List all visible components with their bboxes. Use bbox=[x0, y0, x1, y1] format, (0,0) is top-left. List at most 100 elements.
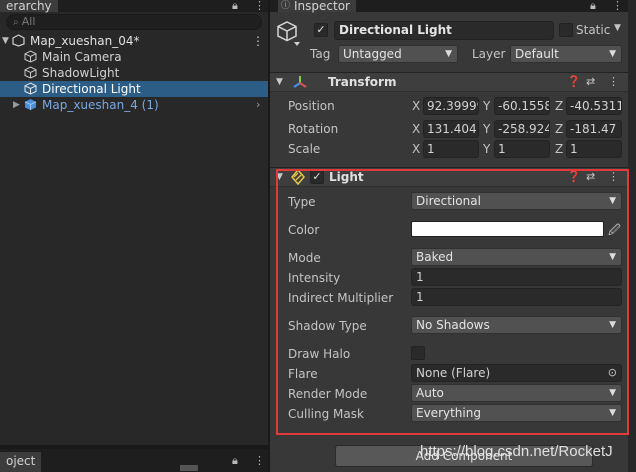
hierarchy-item-label: Main Camera bbox=[42, 50, 122, 64]
help-icon[interactable]: ❓ bbox=[567, 170, 581, 183]
culling-mask-label: Culling Mask bbox=[288, 407, 364, 421]
position-y-field[interactable]: -60.1558 bbox=[494, 97, 550, 115]
light-title: Light bbox=[329, 170, 364, 184]
position-z-field[interactable]: -40.5311 bbox=[566, 97, 622, 115]
axis-z-label: Z bbox=[555, 142, 564, 156]
dropdown-arrow-icon: ▼ bbox=[609, 320, 616, 330]
eyedropper-icon[interactable]: 🖉︎ bbox=[608, 221, 621, 242]
tag-dropdown[interactable]: Untagged ▼ bbox=[338, 45, 458, 63]
shadow-type-dropdown[interactable]: No Shadows ▼ bbox=[411, 316, 622, 334]
hierarchy-tabbar: erarchy 🔒︎ ⋮ bbox=[0, 0, 268, 12]
help-icon[interactable]: ❓ bbox=[567, 75, 581, 88]
component-menu-icon[interactable]: ⋮ bbox=[608, 75, 619, 88]
dropdown-arrow-icon: ▼ bbox=[609, 388, 616, 398]
axis-x-label: X bbox=[412, 99, 421, 113]
tab-inspector-label: Inspector bbox=[294, 0, 350, 13]
transform-title: Transform bbox=[328, 75, 397, 89]
tag-label: Tag bbox=[310, 47, 331, 61]
scale-z-field[interactable]: 1 bbox=[566, 140, 622, 158]
static-label: Static bbox=[576, 23, 611, 37]
slider-handle[interactable] bbox=[180, 465, 198, 471]
presets-icon[interactable]: ⇄ bbox=[586, 170, 595, 183]
hierarchy-item-shadowlight[interactable]: ShadowLight bbox=[0, 65, 268, 81]
scene-row[interactable]: ▼ Map_xueshan_04* ⋮ bbox=[0, 33, 268, 49]
scale-y-field[interactable]: 1 bbox=[494, 140, 550, 158]
panel-menu-icon[interactable]: ⋮ bbox=[612, 0, 623, 12]
axis-x-label: X bbox=[412, 142, 421, 156]
lock-icon[interactable]: 🔒︎ bbox=[232, 455, 238, 467]
expand-arrow-icon[interactable]: ▼ bbox=[2, 33, 9, 49]
layer-dropdown[interactable]: Default ▼ bbox=[510, 45, 622, 63]
render-mode-value: Auto bbox=[416, 386, 444, 400]
layer-label: Layer bbox=[472, 47, 506, 61]
lock-icon[interactable]: 🔒︎ bbox=[590, 0, 596, 12]
hierarchy-item-directional-light[interactable]: Directional Light bbox=[0, 81, 268, 97]
culling-mask-dropdown[interactable]: Everything ▼ bbox=[411, 404, 622, 422]
info-icon: ⓘ bbox=[281, 1, 291, 11]
hierarchy-item-map-xueshan-4[interactable]: ▶ Map_xueshan_4 (1) › bbox=[0, 97, 268, 113]
gameobject-icon bbox=[24, 49, 37, 65]
search-placeholder: All bbox=[21, 15, 36, 28]
scale-label: Scale bbox=[288, 142, 321, 156]
foldout-arrow-icon[interactable]: ▼ bbox=[276, 172, 283, 182]
rotation-y-field[interactable]: -258.924 bbox=[494, 120, 550, 138]
indirect-multiplier-field[interactable]: 1 bbox=[411, 288, 622, 306]
foldout-arrow-icon[interactable]: ▼ bbox=[276, 77, 283, 87]
gameobject-icon bbox=[24, 81, 37, 97]
object-picker-icon[interactable]: ⊙ bbox=[608, 365, 617, 381]
dropdown-arrow-icon: ▼ bbox=[609, 252, 616, 262]
lock-icon[interactable]: 🔒︎ bbox=[232, 0, 238, 12]
rotation-x-field[interactable]: 131.404 bbox=[423, 120, 479, 138]
type-label: Type bbox=[288, 195, 316, 209]
intensity-field[interactable]: 1 bbox=[411, 268, 622, 286]
component-menu-icon[interactable]: ⋮ bbox=[608, 170, 619, 183]
tab-hierarchy[interactable]: erarchy bbox=[0, 0, 58, 12]
chevron-right-icon[interactable]: › bbox=[256, 97, 260, 113]
unity-scene-icon bbox=[12, 33, 25, 49]
gameobject-large-icon[interactable] bbox=[276, 20, 302, 51]
rotation-z-field[interactable]: -181.47 bbox=[566, 120, 622, 138]
type-dropdown[interactable]: Directional ▼ bbox=[411, 192, 622, 210]
intensity-label: Intensity bbox=[288, 271, 341, 285]
panel-menu-icon[interactable]: ⋮ bbox=[254, 0, 265, 12]
render-mode-dropdown[interactable]: Auto ▼ bbox=[411, 384, 622, 402]
tag-value: Untagged bbox=[343, 47, 402, 61]
scene-name: Map_xueshan_04* bbox=[30, 34, 140, 48]
draw-halo-checkbox[interactable] bbox=[411, 346, 425, 360]
draw-halo-label: Draw Halo bbox=[288, 347, 351, 361]
static-dropdown-arrow-icon[interactable]: ▼ bbox=[614, 23, 621, 33]
object-name-input[interactable]: Directional Light bbox=[334, 21, 554, 40]
position-x-field[interactable]: 92.39999 bbox=[423, 97, 479, 115]
light-header[interactable]: ▼ ✓ Light ❓ ⇄ ⋮ bbox=[270, 167, 628, 187]
hierarchy-panel: erarchy 🔒︎ ⋮ ⌕ All ▼ Map_xueshan_04* ⋮ M… bbox=[0, 0, 268, 445]
scale-x-field[interactable]: 1 bbox=[423, 140, 479, 158]
scene-menu-icon[interactable]: ⋮ bbox=[252, 33, 264, 49]
rotation-label: Rotation bbox=[288, 122, 339, 136]
tab-inspector[interactable]: ⓘ Inspector bbox=[278, 0, 356, 12]
dropdown-arrow-icon: ▼ bbox=[445, 49, 452, 59]
hierarchy-search-input[interactable]: ⌕ All bbox=[6, 14, 262, 30]
expand-arrow-icon[interactable]: ▶ bbox=[13, 97, 20, 113]
watermark-text: https://blog.csdn.net/RocketJ bbox=[420, 443, 613, 460]
tab-project[interactable]: oject bbox=[0, 452, 42, 472]
mode-dropdown[interactable]: Baked ▼ bbox=[411, 248, 622, 266]
flare-object-field[interactable]: None (Flare) ⊙ bbox=[411, 364, 622, 382]
axis-x-label: X bbox=[412, 122, 421, 136]
presets-icon[interactable]: ⇄ bbox=[586, 75, 595, 88]
color-label: Color bbox=[288, 223, 320, 237]
search-icon: ⌕ bbox=[13, 17, 22, 28]
inspector-panel: ⓘ Inspector 🔒︎ ⋮ ✓ Directional Light Sta… bbox=[270, 0, 628, 472]
color-swatch[interactable] bbox=[411, 221, 604, 237]
panel-menu-icon[interactable]: ⋮ bbox=[254, 455, 265, 467]
axis-y-label: Y bbox=[483, 99, 491, 113]
hierarchy-item-label: Map_xueshan_4 (1) bbox=[42, 98, 159, 112]
axis-y-label: Y bbox=[483, 142, 491, 156]
flare-value: None (Flare) bbox=[416, 366, 491, 380]
light-enabled-checkbox[interactable]: ✓ bbox=[310, 170, 324, 184]
transform-header[interactable]: ▼ Transform ❓ ⇄ ⋮ bbox=[270, 72, 628, 92]
active-checkbox[interactable]: ✓ bbox=[314, 23, 328, 37]
hierarchy-item-main-camera[interactable]: Main Camera bbox=[0, 49, 268, 65]
static-checkbox[interactable] bbox=[559, 23, 573, 37]
axis-z-label: Z bbox=[555, 122, 564, 136]
layer-value: Default bbox=[515, 47, 559, 61]
